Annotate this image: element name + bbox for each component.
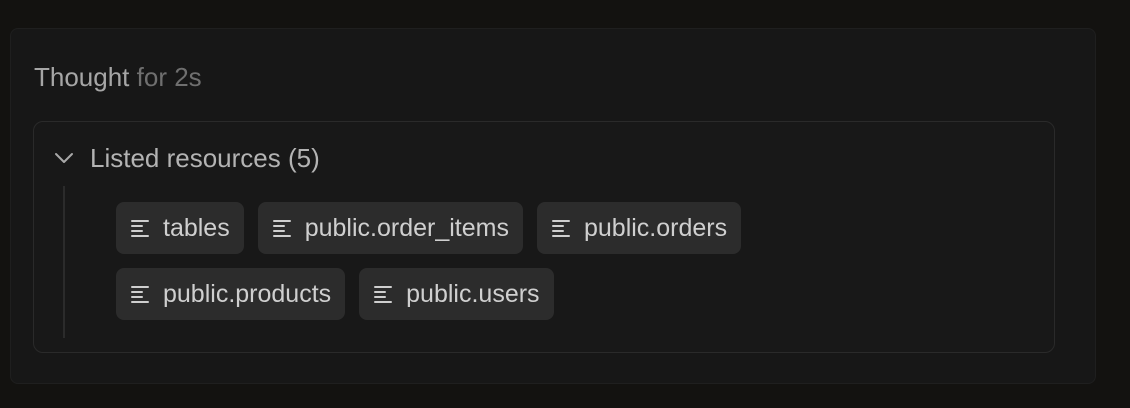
resource-label: public.order_items: [304, 213, 509, 242]
resource-chip-products[interactable]: public.products: [116, 268, 346, 320]
text-lines-icon: [551, 220, 570, 237]
resource-chip-tables[interactable]: tables: [116, 202, 244, 254]
resource-label: public.products: [163, 279, 332, 308]
resource-chip-orders[interactable]: public.orders: [536, 202, 742, 254]
resource-row: tables public.order_items public.orders: [116, 202, 742, 254]
text-lines-icon: [374, 286, 393, 303]
resource-label: tables: [163, 213, 230, 242]
resource-label: public.orders: [583, 213, 728, 242]
text-lines-icon: [131, 220, 149, 237]
chevron-down-icon: [55, 153, 73, 163]
text-lines-icon: [272, 220, 291, 237]
resource-row: public.products public.users: [116, 268, 554, 320]
thought-duration: for 2s: [136, 62, 202, 92]
thought-header: Thought for 2s: [34, 62, 202, 92]
thought-label: Thought: [34, 62, 130, 92]
resource-label: public.users: [406, 279, 540, 308]
text-lines-icon: [131, 286, 149, 303]
listed-resources-section: Listed resources (5) tables public.order…: [33, 121, 1055, 353]
thought-panel: Thought for 2s Listed resources (5) tabl…: [10, 28, 1096, 384]
tree-guide-line: [63, 186, 65, 338]
resource-chip-users[interactable]: public.users: [359, 268, 554, 320]
listed-resources-toggle[interactable]: Listed resources (5): [52, 142, 320, 174]
listed-resources-title: Listed resources (5): [90, 142, 320, 173]
resource-chip-order-items[interactable]: public.order_items: [257, 202, 523, 254]
